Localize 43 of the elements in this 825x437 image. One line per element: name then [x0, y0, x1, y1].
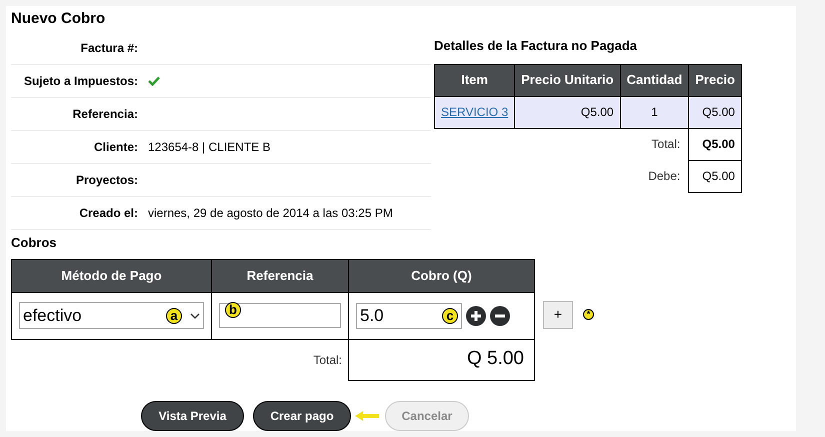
table-cell: Q5.00 — [702, 105, 735, 119]
summary-value: Q5.00 — [702, 137, 735, 151]
checkmark-icon — [148, 76, 160, 86]
arrow-annotation — [354, 410, 380, 422]
table-cell: Q5.00 — [580, 105, 614, 119]
field-value: viernes, 29 de agosto de 2014 a las 03:25 PM — [148, 205, 393, 222]
total-value: Q 5.00 — [466, 348, 524, 370]
annotation-marker: a — [166, 308, 182, 324]
reference-field[interactable] — [219, 303, 341, 328]
column-header: Cantidad — [620, 64, 689, 96]
column-header: Item — [434, 64, 515, 96]
amount-field[interactable]: 5.0 c — [356, 302, 462, 328]
section-title: Detalles de la Factura no Pagada — [434, 37, 638, 55]
chevron-down-icon — [190, 312, 200, 318]
column-header: Precio Unitario — [514, 64, 620, 96]
table-cell: 1 — [651, 105, 658, 119]
plus-circle-icon[interactable] — [466, 306, 486, 326]
annotation-marker: b — [225, 302, 241, 318]
field-label: Factura #: — [80, 40, 139, 57]
add-row-button[interactable]: + — [543, 300, 573, 328]
action-button[interactable]: Crear pago — [253, 400, 351, 430]
field-label: Proyectos: — [74, 172, 139, 189]
field-label: Creado el: — [78, 205, 139, 222]
column-header: Referencia — [212, 259, 348, 292]
page-title: Nuevo Cobro — [11, 9, 106, 29]
total-label: Total: — [313, 352, 342, 367]
section-title: Cobros — [11, 234, 58, 252]
annotation-marker: c — [442, 308, 458, 324]
field-label: Sujeto a Impuestos: — [22, 73, 139, 90]
minus-circle-icon[interactable] — [490, 306, 510, 326]
column-header: Cobro (Q) — [348, 259, 534, 292]
annotation-marker: * — [583, 309, 594, 320]
field-label: Referencia: — [72, 106, 139, 123]
payment-method-select[interactable]: efectivo a — [19, 302, 204, 329]
summary-value: Q5.00 — [702, 169, 735, 183]
column-header: Método de Pago — [12, 259, 212, 292]
action-button[interactable]: Vista Previa — [141, 400, 244, 430]
field-value: 123654-8 | CLIENTE B — [148, 139, 271, 156]
field-label: Cliente: — [92, 139, 139, 156]
column-header: Precio — [688, 64, 742, 96]
summary-label: Debe: — [648, 169, 680, 183]
summary-label: Total: — [652, 137, 680, 152]
action-button: Cancelar — [385, 400, 469, 430]
